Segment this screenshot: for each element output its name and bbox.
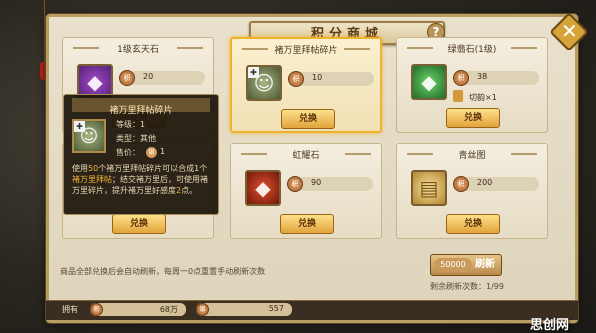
tooltip-desc-num: 50 bbox=[88, 164, 99, 173]
points-coin-icon: 积 bbox=[90, 303, 103, 316]
red-gem-icon: ◆ bbox=[245, 170, 281, 206]
exchange-button[interactable]: 兑换 bbox=[446, 214, 500, 234]
card-title: 1级玄天石 bbox=[117, 45, 159, 55]
refresh-label: 刷新 bbox=[475, 259, 495, 270]
silver-coin-icon: 银 bbox=[196, 303, 209, 316]
refresh-button[interactable]: 50000 刷新 bbox=[430, 254, 502, 276]
card-title: 绿翡石(1级) bbox=[447, 45, 497, 55]
tooltip-desc-mid: 个褚万里拜帖碎片可以合成1个 bbox=[98, 164, 208, 173]
tooltip-type-value: 其他 bbox=[140, 134, 156, 143]
price-row: 积 200 bbox=[453, 176, 539, 192]
tooltip-type-label: 类型： bbox=[116, 134, 140, 143]
card-price: 38 bbox=[477, 72, 488, 81]
tooltip-sell-label: 售价： bbox=[116, 148, 140, 157]
tooltip-title-bar: 褚万里拜帖碎片 bbox=[72, 98, 210, 116]
currency-silver-value: 557 bbox=[268, 304, 284, 313]
points-coin-icon: 积 bbox=[453, 176, 469, 192]
tooltip-level-value: 1 bbox=[140, 120, 146, 129]
shop-card-chu-wanli-fragment[interactable]: 褚万里拜帖碎片 ☺ ✚ 积 10 兑换 bbox=[230, 37, 382, 133]
exchange-button[interactable]: 兑换 bbox=[112, 214, 166, 234]
exchange-button[interactable]: 兑换 bbox=[281, 109, 335, 129]
puzzle-piece-icon: ✚ bbox=[74, 121, 85, 132]
hero-portrait-icon: ☺ ✚ bbox=[246, 65, 282, 101]
shop-card-silk-scroll[interactable]: 青丝图 ▤ 积 200 兑换 bbox=[396, 143, 548, 239]
price-row: 积 90 bbox=[287, 176, 373, 192]
lock-icon bbox=[453, 90, 463, 102]
exchange-button[interactable]: 兑换 bbox=[280, 214, 334, 234]
tooltip-level-label: 等级： bbox=[116, 120, 140, 129]
item-tooltip: 褚万里拜帖碎片 ☺ ✚ 等级：1 类型：其他 售价： 银 1 使用50个褚万里拜帖… bbox=[63, 94, 219, 215]
price-row: 积 38 bbox=[453, 70, 539, 86]
card-price: 20 bbox=[143, 72, 154, 81]
scroll-icon: ▤ bbox=[411, 170, 447, 206]
points-coin-icon: 积 bbox=[287, 176, 303, 192]
price-row: 积 10 bbox=[288, 71, 374, 87]
tooltip-desc-end: 点。 bbox=[181, 186, 198, 195]
refresh-note: 商品全部兑换后会自动刷新，每周一0点重置手动刷新次数 bbox=[60, 267, 266, 276]
tooltip-description: 使用50个褚万里拜帖碎片可以合成1个褚万里拜帖；结交褚万里后，可使用褚万里碎片，… bbox=[72, 163, 210, 196]
own-label: 拥有 bbox=[62, 305, 78, 314]
card-price: 200 bbox=[477, 178, 493, 187]
hero-portrait-icon: ☺ ✚ bbox=[72, 119, 106, 153]
points-coin-icon: 积 bbox=[288, 71, 304, 87]
tooltip-desc-highlight: 褚万里拜帖 bbox=[72, 175, 112, 184]
tooltip-desc-pre: 使用 bbox=[72, 164, 88, 173]
shop-card-rainbow-stone[interactable]: 虹耀石 ◆ 积 90 兑换 bbox=[230, 143, 382, 239]
tooltip-sell-value: 1 bbox=[160, 147, 166, 156]
refresh-cost: 50000 bbox=[434, 258, 472, 272]
points-coin-icon: 积 bbox=[119, 70, 135, 86]
card-price: 90 bbox=[311, 178, 322, 187]
shop-card-green-jade[interactable]: 绿翡石(1级) ◆ 积 38 切韵×1 兑换 bbox=[396, 37, 548, 133]
card-extra-text: 切韵×1 bbox=[469, 93, 497, 102]
currency-points: 积 68万 bbox=[90, 303, 186, 316]
card-price: 10 bbox=[312, 73, 323, 82]
green-gem-icon: ◆ bbox=[411, 64, 447, 100]
puzzle-piece-icon: ✚ bbox=[248, 67, 259, 78]
currency-points-value: 68万 bbox=[159, 305, 178, 314]
watermark: 思创网 bbox=[530, 318, 570, 333]
card-title: 虹耀石 bbox=[292, 151, 320, 161]
currency-silver: 银 557 bbox=[196, 303, 292, 316]
remaining-refresh-count: 剩余刷新次数：1/99 bbox=[430, 282, 504, 291]
points-coin-icon: 积 bbox=[453, 70, 469, 86]
lantern-cord bbox=[44, 0, 45, 62]
card-title: 青丝图 bbox=[458, 151, 486, 161]
card-title: 褚万里拜帖碎片 bbox=[274, 46, 338, 56]
tooltip-title: 褚万里拜帖碎片 bbox=[109, 106, 173, 116]
silver-coin-icon: 银 bbox=[146, 147, 157, 158]
exchange-button[interactable]: 兑换 bbox=[446, 108, 500, 128]
price-row: 积 20 bbox=[119, 70, 205, 86]
